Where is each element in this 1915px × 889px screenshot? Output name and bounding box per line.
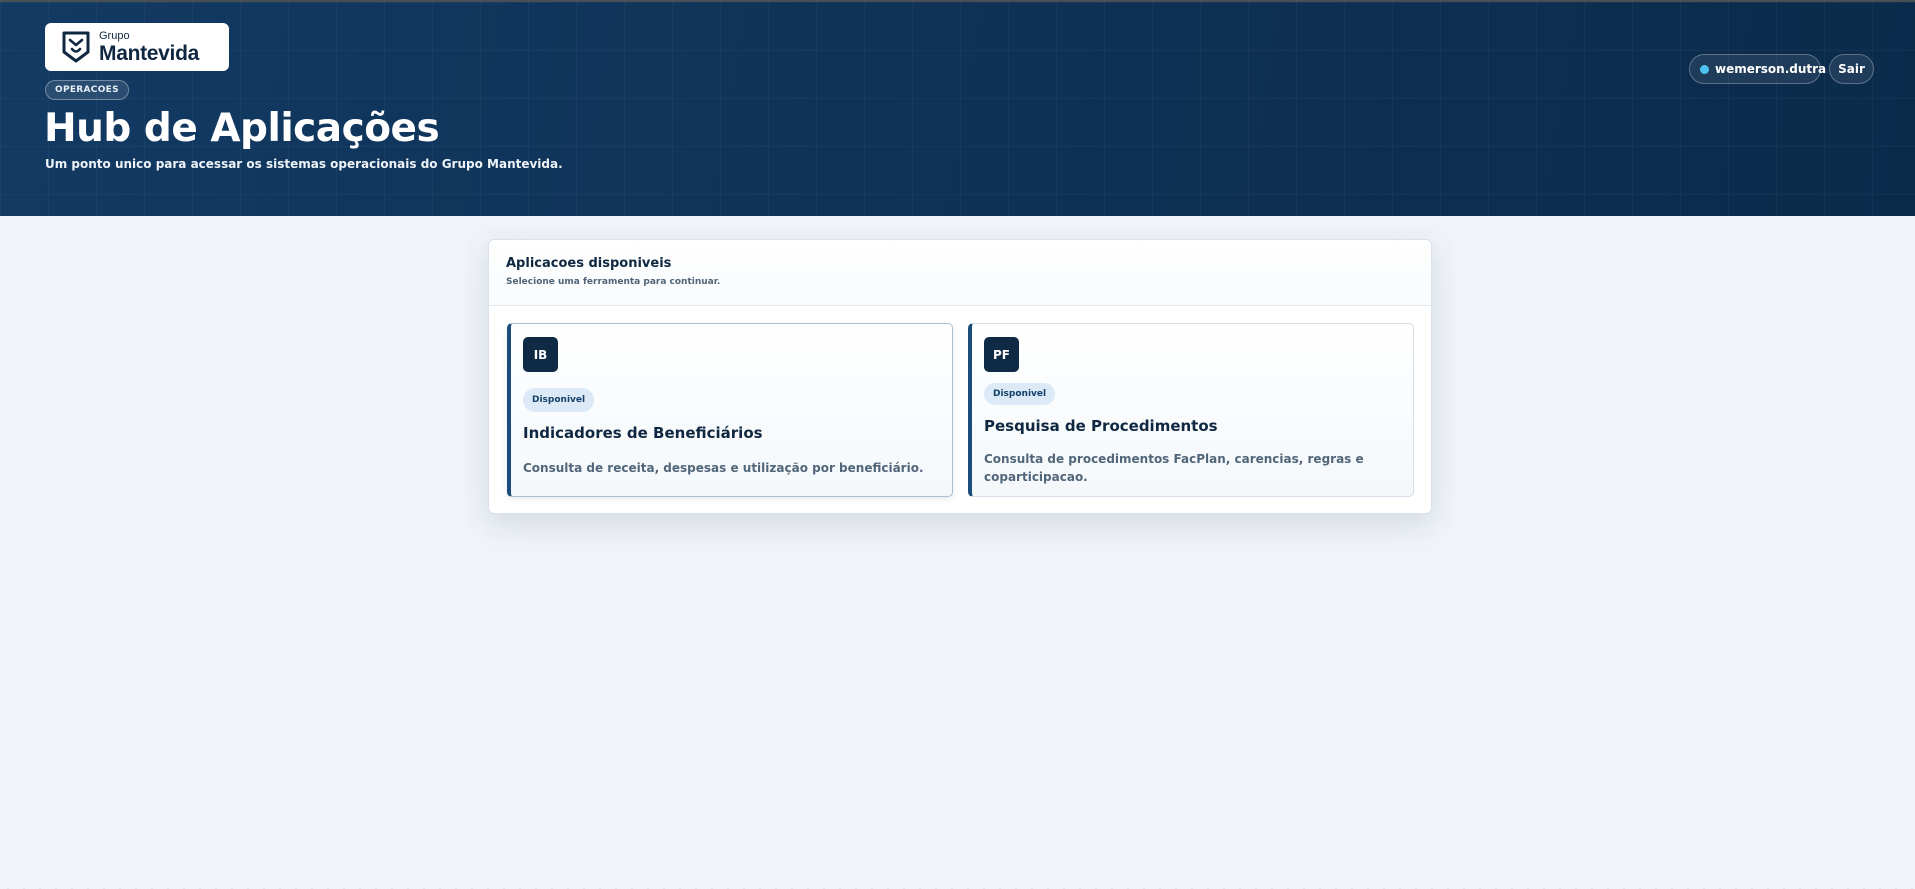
app-card-indicadores-beneficiarios[interactable]: IB Disponivel Indicadores de Beneficiári…: [507, 323, 953, 497]
status-badge: Disponivel: [984, 383, 1056, 405]
app-abbr-icon: IB: [523, 337, 558, 372]
apps-panel-title: Aplicacoes disponiveis: [506, 256, 672, 271]
app-card-description: Consulta de procedimentos FacPlan, caren…: [984, 452, 1364, 484]
user-chip[interactable]: wemerson.dutra: [1689, 54, 1826, 84]
brand-big-text: Mantevida: [99, 41, 199, 65]
hero-header: Grupo Mantevida OPERACOES Hub de Aplicaç…: [0, 2, 1915, 216]
app-card-pesquisa-procedimentos[interactable]: PF Disponivel Pesquisa de Procedimentos …: [968, 323, 1414, 497]
apps-panel: Aplicacoes disponiveis Selecione uma fer…: [488, 239, 1432, 514]
apps-panel-subtitle: Selecione uma ferramenta para continuar.: [506, 277, 721, 287]
username: wemerson.dutra: [1715, 62, 1827, 76]
apps-panel-header: Aplicacoes disponiveis Selecione uma fer…: [489, 240, 1431, 306]
logout-button[interactable]: Sair: [1829, 54, 1874, 84]
app-card-title: Indicadores de Beneficiários: [523, 424, 763, 442]
brand-logo[interactable]: Grupo Mantevida: [45, 23, 229, 71]
app-card-description: Consulta de receita, despesas e utilizaç…: [523, 461, 924, 475]
brand-wordmark: Grupo Mantevida: [99, 29, 199, 65]
app-abbr-icon: PF: [984, 337, 1019, 372]
shield-logo-icon: [62, 31, 90, 63]
page-subtitle: Um ponto unico para acessar os sistemas …: [45, 157, 563, 171]
brand-small-text: Grupo: [99, 29, 130, 42]
app-card-title: Pesquisa de Procedimentos: [984, 417, 1218, 435]
page-title: Hub de Aplicações: [44, 106, 440, 151]
section-tag: OPERACOES: [45, 80, 129, 100]
online-status-dot-icon: [1700, 64, 1709, 74]
status-badge: Disponivel: [523, 388, 595, 412]
